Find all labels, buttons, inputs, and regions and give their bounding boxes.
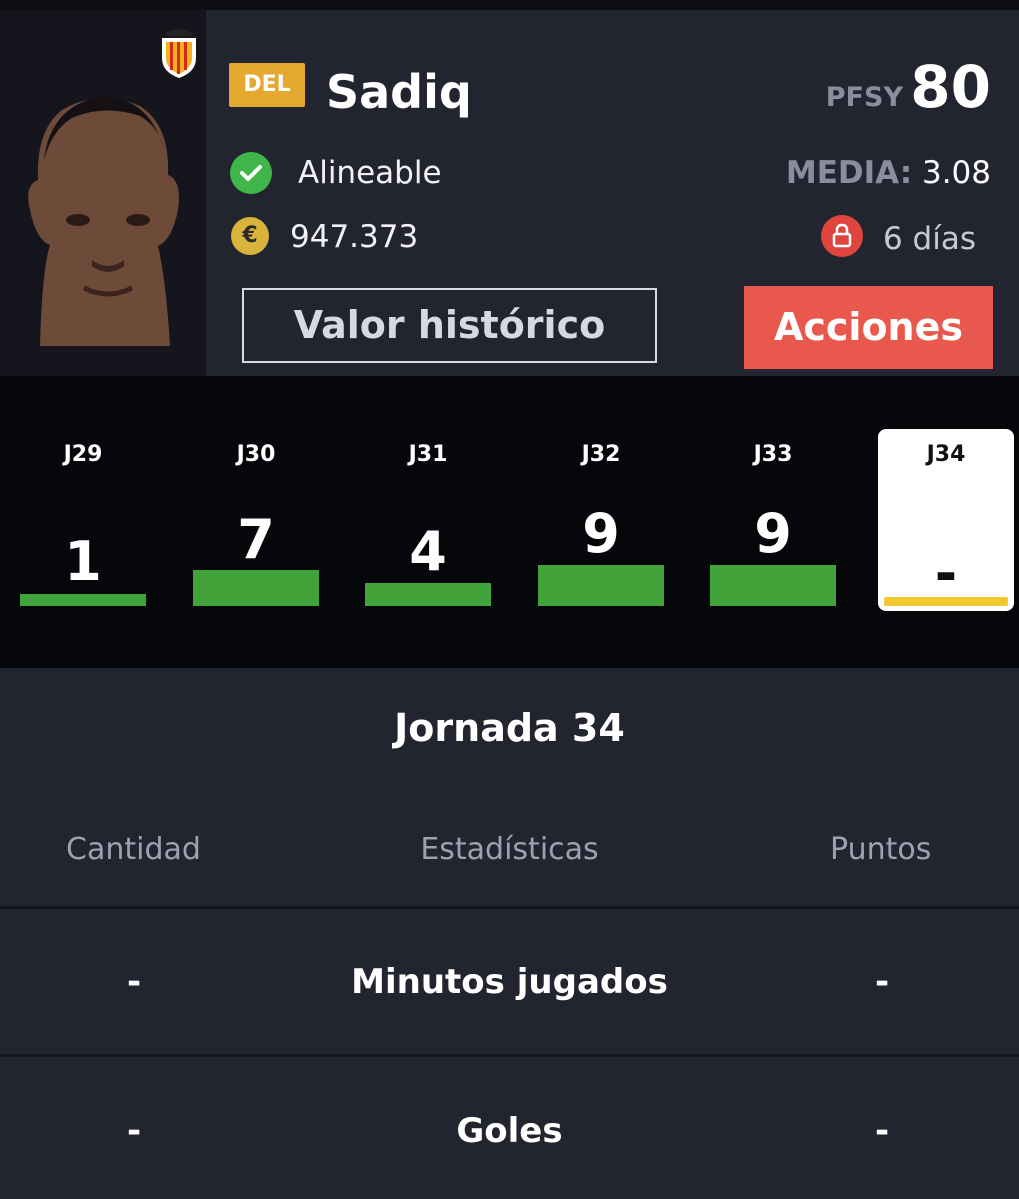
- lock-icon: [821, 215, 863, 257]
- check-circle-icon: [230, 152, 272, 194]
- round-points: 7: [237, 508, 275, 571]
- actions-button[interactable]: Acciones: [744, 286, 993, 369]
- round-label: J34: [926, 442, 966, 467]
- row-divider: [0, 906, 1019, 909]
- points-bar: [365, 583, 491, 606]
- round-j29[interactable]: J29 1: [20, 376, 146, 668]
- round-points: 9: [754, 502, 792, 565]
- round-points: 1: [64, 530, 102, 593]
- player-name: Sadiq: [326, 65, 472, 119]
- row-cantidad: -: [126, 962, 142, 1002]
- round-j34-selected[interactable]: J34 -: [878, 376, 1014, 668]
- top-divider: [0, 0, 1019, 10]
- round-label: J30: [236, 442, 276, 467]
- media-label: MEDIA:: [785, 155, 913, 191]
- availability-status: Alineable: [298, 155, 442, 191]
- selected-indicator: [884, 597, 1008, 606]
- row-divider: [0, 1054, 1019, 1057]
- round-label: J32: [581, 442, 621, 467]
- average-score: MEDIA: 3.08: [786, 155, 991, 191]
- row-cantidad: -: [126, 1111, 142, 1151]
- valencia-crest-icon: [158, 24, 200, 80]
- round-points: -: [934, 542, 958, 605]
- points-bar: [193, 570, 319, 606]
- pfsy-label: PFSY: [825, 82, 903, 113]
- round-j31[interactable]: J31 4: [365, 376, 491, 668]
- history-button[interactable]: Valor histórico: [242, 288, 657, 363]
- pfsy-score: 80: [910, 53, 991, 121]
- market-value: 947.373: [290, 219, 419, 255]
- row-puntos: -: [874, 962, 890, 1002]
- row-puntos: -: [874, 1111, 890, 1151]
- round-label: J31: [408, 442, 448, 467]
- points-bar: [20, 594, 146, 606]
- round-label: J29: [63, 442, 103, 467]
- media-value: 3.08: [921, 155, 991, 191]
- round-j33[interactable]: J33 9: [710, 376, 836, 668]
- round-points: 9: [582, 502, 620, 565]
- round-points: 4: [409, 520, 447, 583]
- lock-remaining: 6 días: [882, 221, 976, 257]
- position-badge: DEL: [229, 63, 305, 107]
- round-detail-title: Jornada 34: [394, 706, 625, 750]
- points-bar: [710, 565, 836, 606]
- round-points-strip: J29 1 J30 7 J31 4 J32 9 J33 9 J34 -: [0, 376, 1019, 668]
- column-header-puntos: Puntos: [830, 832, 932, 867]
- round-j32[interactable]: J32 9: [538, 376, 664, 668]
- euro-coin-icon: €: [231, 217, 269, 255]
- points-bar: [538, 565, 664, 606]
- round-j30[interactable]: J30 7: [193, 376, 319, 668]
- round-label: J33: [753, 442, 793, 467]
